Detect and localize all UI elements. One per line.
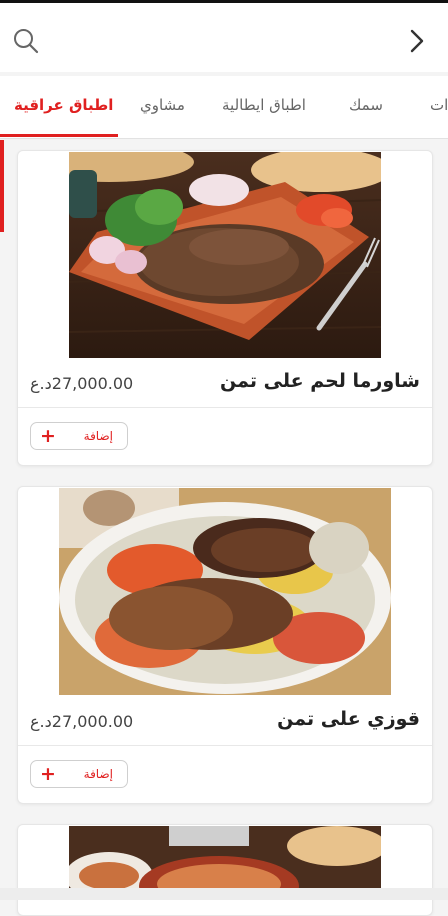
card-divider	[18, 745, 432, 746]
dish-image	[59, 488, 391, 695]
add-button-label: إضافة	[83, 429, 113, 443]
add-button-label: إضافة	[83, 767, 113, 781]
tab-iraqi-dishes[interactable]: اطباق عراقية	[14, 96, 113, 114]
item-name: شاورما لحم على تمن	[220, 370, 420, 392]
add-button[interactable]: + إضافة	[30, 422, 128, 450]
plus-icon: +	[40, 763, 56, 785]
chevron-right-icon[interactable]	[406, 27, 428, 55]
add-button[interactable]: + إضافة	[30, 760, 128, 788]
active-tab-indicator	[0, 134, 118, 137]
top-bar	[0, 0, 448, 72]
menu-item-card[interactable]: قوزي على تمن 27,000.00د.ع + إضافة	[17, 486, 433, 804]
card-divider	[18, 407, 432, 408]
dish-image	[69, 152, 381, 358]
item-price: 27,000.00د.ع	[30, 712, 134, 731]
menu-item-card[interactable]: شاورما لحم على تمن 27,000.00د.ع + إضافة	[17, 150, 433, 466]
plus-icon: +	[40, 425, 56, 447]
dish-image	[69, 826, 381, 896]
menu-item-card[interactable]	[17, 824, 433, 916]
search-icon[interactable]	[12, 27, 40, 55]
tab-grills[interactable]: مشاوي	[140, 96, 185, 114]
item-price: 27,000.00د.ع	[30, 374, 134, 393]
bottom-edge	[0, 888, 448, 900]
tab-italian-dishes[interactable]: اطباق ايطالية	[222, 96, 306, 114]
tab-more[interactable]: ات	[430, 96, 448, 114]
tab-fish[interactable]: سمك	[349, 96, 383, 114]
item-name: قوزي على تمن	[277, 708, 420, 730]
category-tabs: اطباق عراقية مشاوي اطباق ايطالية سمك ات	[0, 76, 448, 139]
scroll-accent	[0, 140, 4, 232]
